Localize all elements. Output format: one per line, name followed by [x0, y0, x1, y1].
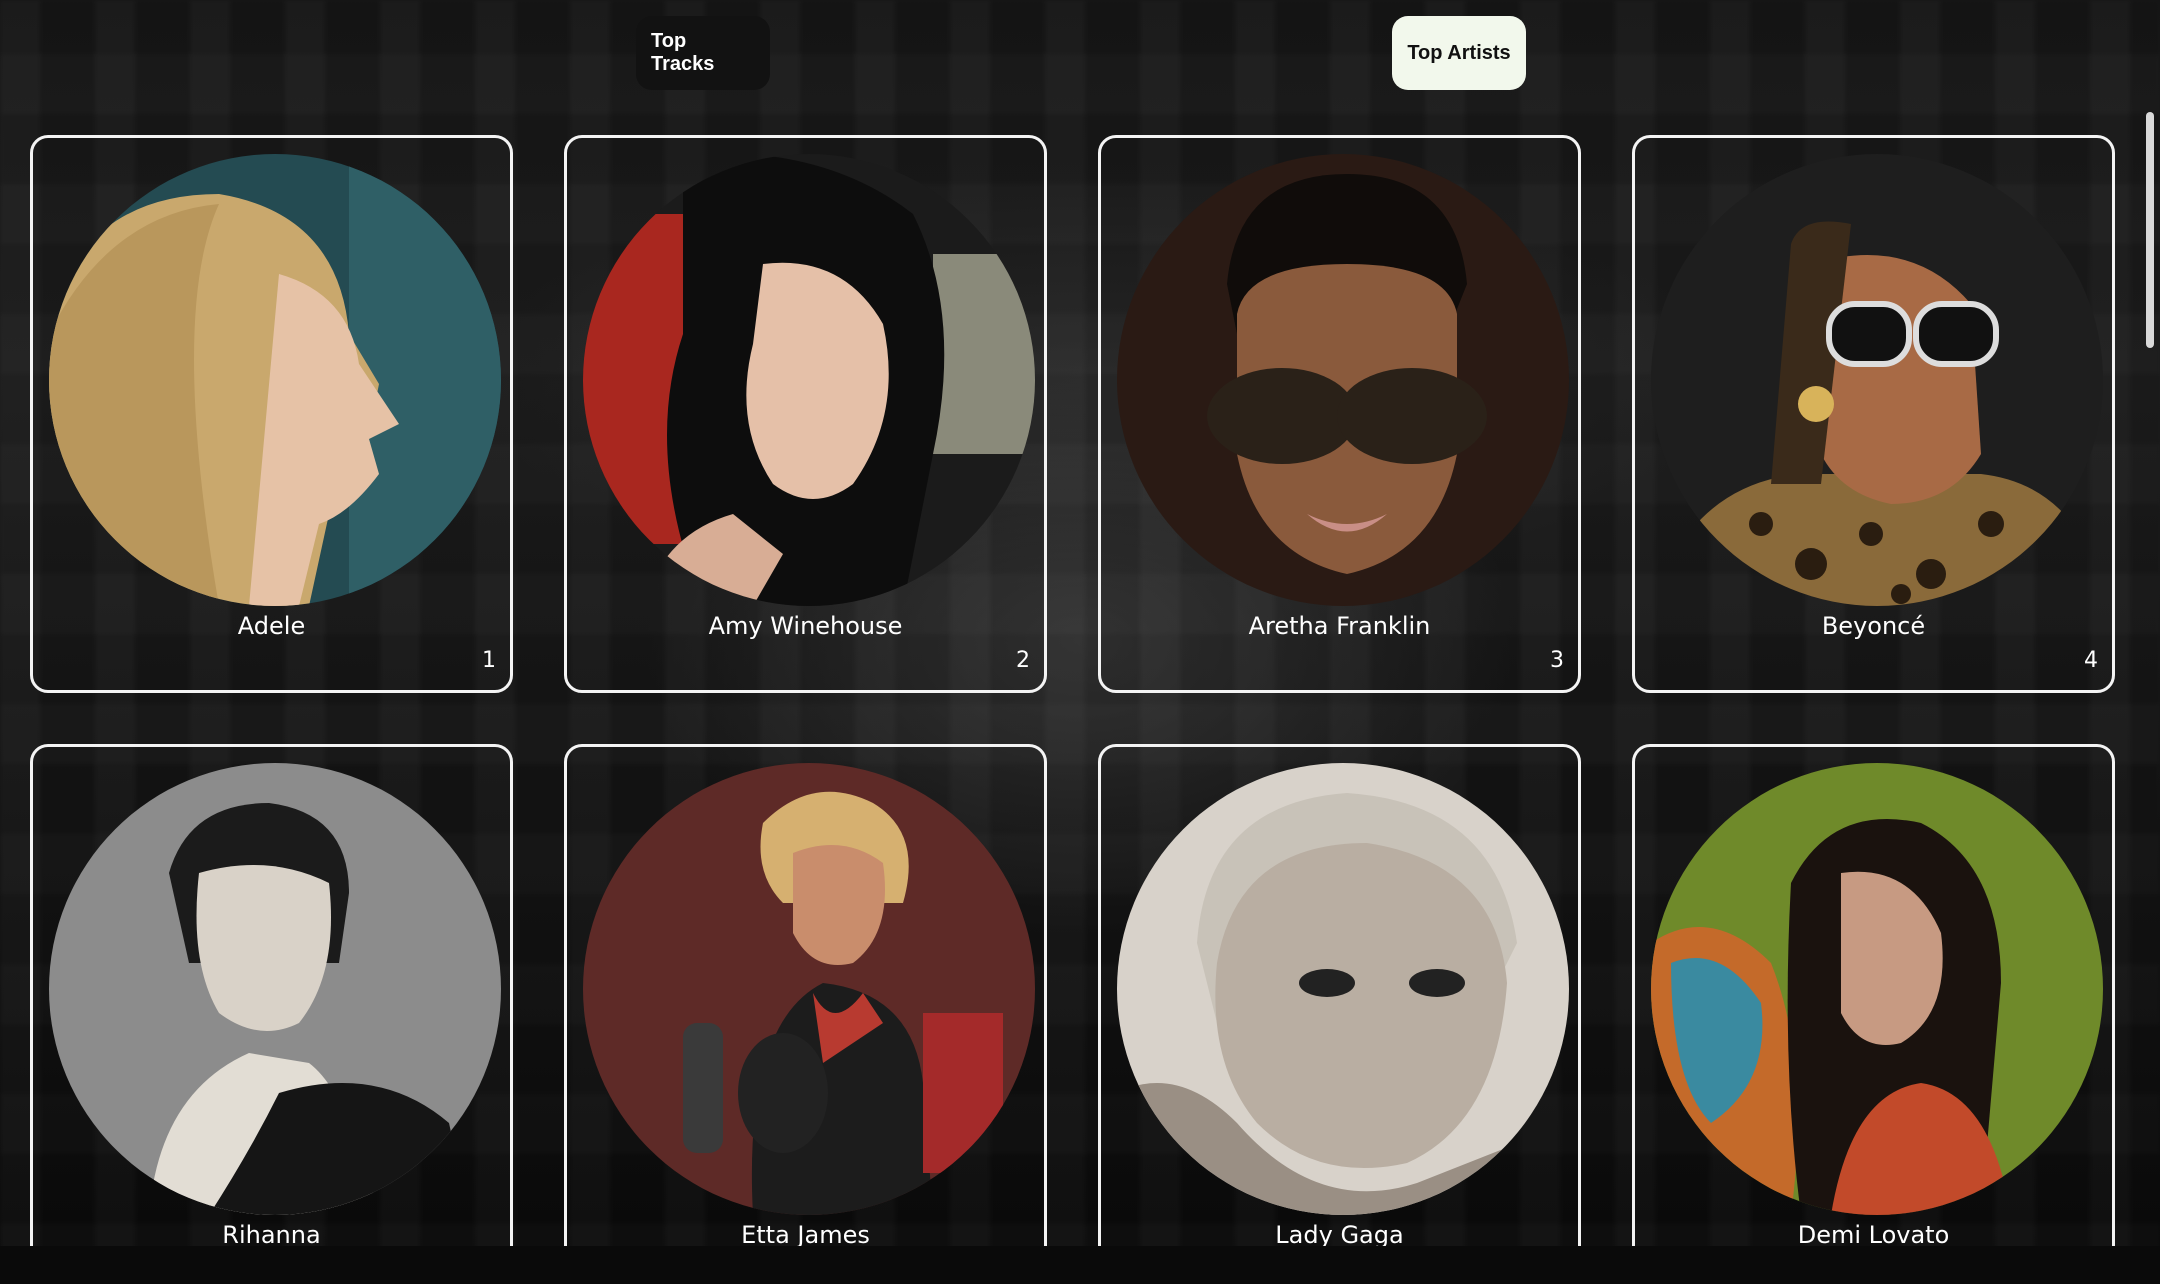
page: Top Tracks Top Artists Adele 1 Amy Wineh…	[0, 0, 2160, 1284]
artist-rank: 4	[2084, 648, 2098, 673]
scrollbar-thumb[interactable]	[2146, 112, 2154, 348]
artist-card[interactable]: Adele 1	[30, 135, 513, 693]
artist-photo	[583, 154, 1035, 606]
artist-photo	[1117, 154, 1569, 606]
artist-rank: 2	[1016, 648, 1030, 673]
artist-photo	[1651, 154, 2103, 606]
artist-photo	[1651, 763, 2103, 1215]
artist-photo	[49, 763, 501, 1215]
artist-photo	[1117, 763, 1569, 1215]
artist-card[interactable]: Rihanna	[30, 744, 513, 1246]
artist-card[interactable]: Aretha Franklin 3	[1098, 135, 1581, 693]
artist-card[interactable]: Demi Lovato	[1632, 744, 2115, 1246]
artist-card[interactable]: Etta James	[564, 744, 1047, 1246]
artist-card[interactable]: Lady Gaga	[1098, 744, 1581, 1246]
bottom-bar	[0, 1246, 2160, 1284]
artist-name: Demi Lovato	[1797, 1221, 1950, 1246]
artist-photo	[583, 763, 1035, 1215]
artist-name: Adele	[237, 612, 306, 640]
artist-rank: 3	[1550, 648, 1564, 673]
artist-name: Beyoncé	[1821, 612, 1926, 640]
artist-card[interactable]: Amy Winehouse 2	[564, 135, 1047, 693]
artist-name: Rihanna	[222, 1221, 321, 1246]
artist-photo	[49, 154, 501, 606]
artist-name: Amy Winehouse	[708, 612, 903, 640]
artist-rank: 1	[482, 648, 496, 673]
artist-card[interactable]: Beyoncé 4	[1632, 135, 2115, 693]
artist-name: Aretha Franklin	[1248, 612, 1431, 640]
artist-grid: Adele 1 Amy Winehouse 2 Aretha Franklin …	[0, 0, 2160, 1246]
artist-name: Etta James	[741, 1221, 870, 1246]
artist-name: Lady Gaga	[1275, 1221, 1404, 1246]
